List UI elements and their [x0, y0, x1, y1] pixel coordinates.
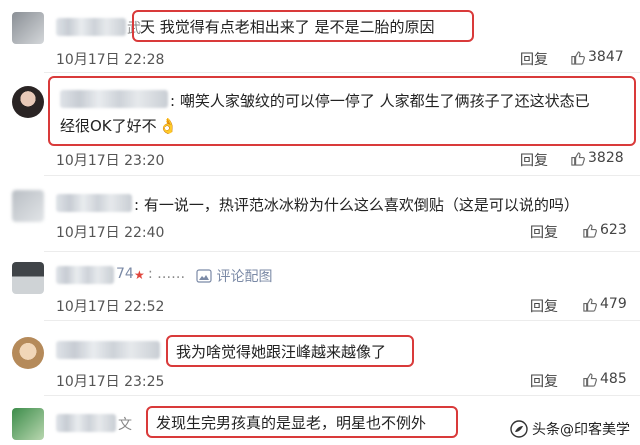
like-count: 3847: [588, 49, 624, 65]
avatar[interactable]: [12, 190, 44, 222]
like-button[interactable]: 3828: [570, 150, 624, 166]
colon-ellipsis: : ……: [148, 266, 186, 282]
avatar[interactable]: [12, 12, 44, 44]
vip-star-icon: ★: [134, 268, 145, 282]
comment-text: 我为啥觉得她跟汪峰越来越像了: [176, 343, 387, 361]
like-count: 3828: [588, 150, 624, 166]
username-blurred: [56, 266, 114, 284]
username-blurred: [56, 414, 116, 432]
comment-time: 10月17日 22:28: [56, 52, 165, 68]
comment-text: : 有一说一，热评范冰冰粉为什么这么喜欢倒贴（这是可以说的吗）: [134, 196, 579, 214]
like-button[interactable]: 479: [582, 296, 627, 312]
like-button[interactable]: 485: [582, 371, 627, 387]
comment-image-label: 评论配图: [216, 269, 273, 285]
thumb-up-icon: [571, 50, 585, 65]
toutiao-logo-icon: [510, 420, 528, 438]
avatar[interactable]: [12, 262, 44, 294]
comment-time: 10月17日 22:40: [56, 225, 165, 241]
reply-button[interactable]: 回复: [530, 296, 558, 316]
comment-text: 发现生完男孩真的是显老，明星也不例外: [156, 414, 427, 432]
reply-button[interactable]: 回复: [530, 222, 558, 242]
comment-time: 10月17日 23:25: [56, 374, 165, 390]
thumb-up-icon: [571, 151, 585, 166]
comment-time: 10月17日 23:20: [56, 153, 165, 169]
thumb-up-icon: [583, 297, 597, 312]
reply-button[interactable]: 回复: [530, 371, 558, 391]
image-icon-link[interactable]: 评论配图: [196, 266, 272, 286]
comment-text: 天 我觉得有点老相出来了 是不是二胎的原因: [140, 18, 435, 36]
comment-5: 我为啥觉得她跟汪峰越来越像了 10月17日 23:25 回复 485: [0, 321, 640, 391]
thumb-up-icon: [583, 223, 597, 238]
avatar[interactable]: [12, 408, 44, 440]
ok-hand-emoji: 👌: [158, 117, 178, 135]
image-icon: [196, 269, 212, 283]
like-count: 479: [600, 296, 627, 312]
avatar[interactable]: [12, 337, 44, 369]
like-button[interactable]: 3847: [570, 49, 624, 65]
comment-3: : 有一说一，热评范冰冰粉为什么这么喜欢倒贴（这是可以说的吗） 10月17日 2…: [0, 176, 640, 250]
like-count: 623: [600, 222, 627, 238]
like-count: 485: [600, 371, 627, 387]
comment-4: 74 ★ : …… 评论配图 10月17日 22:52 回复 479: [0, 252, 640, 320]
reply-button[interactable]: 回复: [520, 49, 548, 69]
like-button[interactable]: 623: [582, 222, 627, 238]
watermark-text: 头条@印客美学: [532, 422, 630, 438]
comment-text: : 嘲笑人家皱纹的可以停一停了 人家都生了俩孩子了还这状态已: [170, 92, 590, 110]
username-tail: 74: [116, 266, 134, 282]
username-tail: 文: [118, 417, 132, 433]
comment-time: 10月17日 22:52: [56, 299, 165, 315]
username-blurred: [56, 18, 126, 36]
avatar[interactable]: [12, 86, 44, 118]
comment-1: 武 天 我觉得有点老相出来了 是不是二胎的原因 10月17日 22:28 回复 …: [0, 0, 640, 72]
comment-text-line2: 经很OK了好不 👌: [60, 117, 178, 135]
reply-button[interactable]: 回复: [520, 150, 548, 170]
username-blurred: [56, 194, 132, 212]
username-blurred: [60, 90, 168, 108]
comment-2: : 嘲笑人家皱纹的可以停一停了 人家都生了俩孩子了还这状态已 经很OK了好不 👌 …: [0, 72, 640, 172]
watermark: 头条@印客美学: [510, 419, 630, 439]
username-blurred: [56, 341, 160, 359]
thumb-up-icon: [583, 372, 597, 387]
